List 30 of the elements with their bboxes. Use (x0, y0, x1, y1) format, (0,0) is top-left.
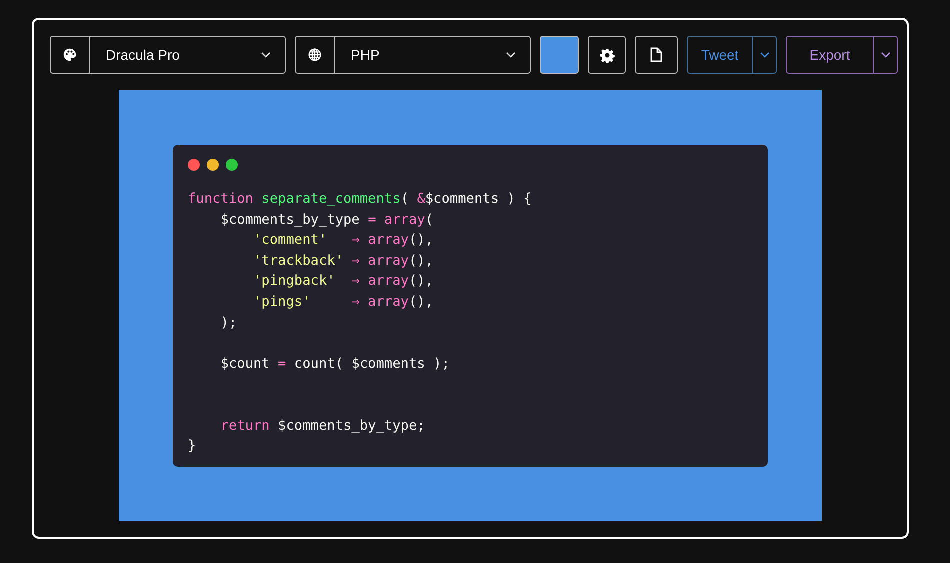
background-color-button[interactable] (540, 36, 579, 74)
chevron-down-icon (880, 52, 890, 58)
chevron-down-icon (506, 52, 516, 58)
code-line: 'trackback' ⇒ array(), (252, 252, 434, 271)
minimize-dot-icon (207, 159, 219, 171)
settings-icon (600, 48, 614, 62)
chevron-down-icon (760, 52, 770, 58)
theme-select[interactable]: Dracula Pro (50, 36, 286, 74)
code-line: $count = count( $comments ); (220, 354, 450, 374)
tweet-menu-button[interactable] (753, 36, 777, 74)
code-line: } (188, 437, 196, 456)
code-line: $comments_by_type = array( (220, 210, 434, 230)
copy-button[interactable] (635, 36, 678, 74)
palette-icon (63, 48, 77, 62)
language-select[interactable]: PHP (295, 36, 531, 74)
export-menu-button[interactable] (874, 36, 898, 74)
code-line: function separate_comments( &$comments ) { (188, 190, 532, 209)
code-line: 'pings' ⇒ array(), (252, 292, 434, 312)
maximize-dot-icon (226, 159, 238, 171)
code-line: ); (220, 314, 238, 333)
code-line: 'pingback' ⇒ array(), (252, 272, 434, 292)
tweet-button[interactable]: Tweet (687, 36, 753, 74)
globe-icon (308, 48, 322, 62)
code-line: 'comment' ⇒ array(), (252, 231, 434, 250)
chevron-down-icon (261, 52, 271, 58)
document-icon (650, 47, 663, 63)
settings-button[interactable] (588, 36, 626, 74)
close-dot-icon (188, 159, 200, 171)
code-line: return $comments_by_type; (220, 416, 426, 436)
export-button[interactable]: Export (786, 36, 874, 74)
